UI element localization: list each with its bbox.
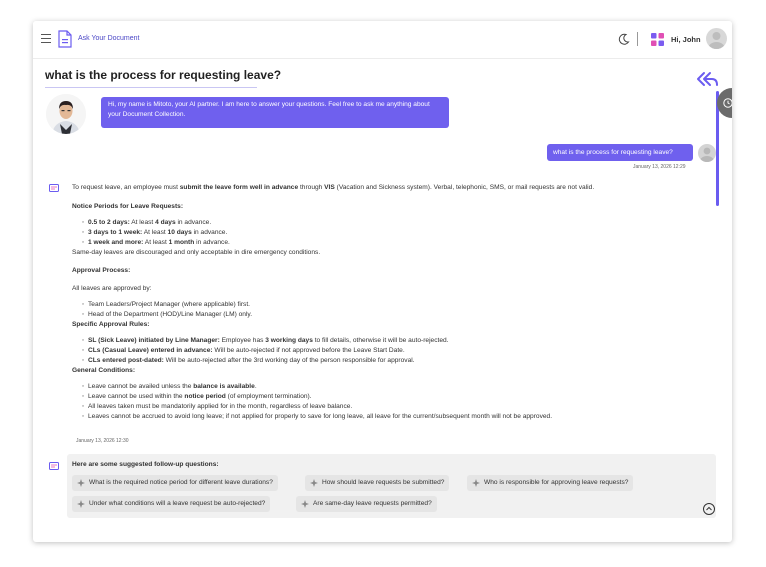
general-heading: General Conditions: xyxy=(72,367,136,374)
user-avatar[interactable] xyxy=(706,28,727,49)
suggestion-chip[interactable]: Are same-day leave requests permitted? xyxy=(296,496,437,512)
general-list: Leave cannot be availed unless the balan… xyxy=(72,382,712,422)
list-item: Leave cannot be availed unless the balan… xyxy=(82,382,712,392)
answer-intro: To request leave, an employee must submi… xyxy=(72,184,595,191)
suggestions-title: Here are some suggested follow-up questi… xyxy=(72,461,219,468)
sparkle-icon xyxy=(77,500,85,508)
sparkle-icon xyxy=(77,479,85,487)
specific-heading: Specific Approval Rules: xyxy=(72,321,150,328)
list-item: Leaves cannot be accrued to avoid long l… xyxy=(82,412,712,422)
list-item: 3 days to 1 week: At least 10 days in ad… xyxy=(82,228,712,238)
message-icon xyxy=(49,462,59,470)
sparkle-icon xyxy=(472,479,480,487)
list-item: SL (Sick Leave) initiated by Line Manage… xyxy=(82,336,712,346)
reply-all-icon[interactable] xyxy=(696,71,718,87)
dark-mode-moon-icon[interactable] xyxy=(618,33,630,45)
app-window: Ask Your Document Hi, John what is the p… xyxy=(33,21,732,542)
answer-message: To request leave, an employee must submi… xyxy=(72,183,712,422)
notice-list: 0.5 to 2 days: At least 4 days in advanc… xyxy=(72,218,712,248)
user-greeting: Hi, John xyxy=(671,35,701,44)
page-title: what is the process for requesting leave… xyxy=(45,68,282,82)
list-item: Leave cannot be used within the notice p… xyxy=(82,392,712,402)
notice-heading: Notice Periods for Leave Requests: xyxy=(72,203,184,210)
same-day-note: Same-day leaves are discouraged and only… xyxy=(72,249,321,256)
list-item: Head of the Department (HOD)/Line Manage… xyxy=(82,310,712,320)
list-item: CLs entered post-dated: Will be auto-rej… xyxy=(82,356,712,366)
approval-intro: All leaves are approved by: xyxy=(72,285,152,292)
approval-heading: Approval Process: xyxy=(72,267,131,274)
user-message-avatar xyxy=(698,144,716,162)
suggestion-chip[interactable]: Under what conditions will a leave reque… xyxy=(72,496,271,512)
history-icon xyxy=(723,98,732,108)
list-item: All leaves taken must be mandatorily app… xyxy=(82,402,712,412)
top-bar: Ask Your Document Hi, John xyxy=(33,21,732,59)
document-icon xyxy=(58,30,72,48)
suggestion-chip[interactable]: How should leave requests be submitted? xyxy=(305,475,450,491)
menu-icon[interactable] xyxy=(41,34,51,44)
bot-avatar xyxy=(46,94,86,134)
chevron-up-icon[interactable] xyxy=(703,503,715,515)
app-title[interactable]: Ask Your Document xyxy=(78,35,139,42)
suggestion-chip[interactable]: What is the required notice period for d… xyxy=(72,475,278,491)
approval-list: Team Leaders/Project Manager (where appl… xyxy=(72,300,712,320)
specific-list: SL (Sick Leave) initiated by Line Manage… xyxy=(72,336,712,366)
divider xyxy=(637,32,638,46)
user-message: what is the process for requesting leave… xyxy=(547,144,693,161)
title-underline xyxy=(45,87,257,88)
list-item: 0.5 to 2 days: At least 4 days in advanc… xyxy=(82,218,712,228)
user-message-time: January 13, 2026 12:29 xyxy=(633,164,686,170)
sparkle-icon xyxy=(301,500,309,508)
list-item: Team Leaders/Project Manager (where appl… xyxy=(82,300,712,310)
suggestion-chip[interactable]: Who is responsible for approving leave r… xyxy=(467,475,634,491)
list-item: CLs (Casual Leave) entered in advance: W… xyxy=(82,346,712,356)
answer-time: January 13, 2026 12:30 xyxy=(76,438,129,444)
message-icon xyxy=(49,184,59,192)
list-item: 1 week and more: At least 1 month in adv… xyxy=(82,238,712,248)
sparkle-icon xyxy=(310,479,318,487)
apps-grid-icon[interactable] xyxy=(651,33,664,46)
history-button[interactable] xyxy=(717,88,732,118)
bot-intro-message: Hi, my name is Mitoto, your AI partner. … xyxy=(101,97,449,128)
